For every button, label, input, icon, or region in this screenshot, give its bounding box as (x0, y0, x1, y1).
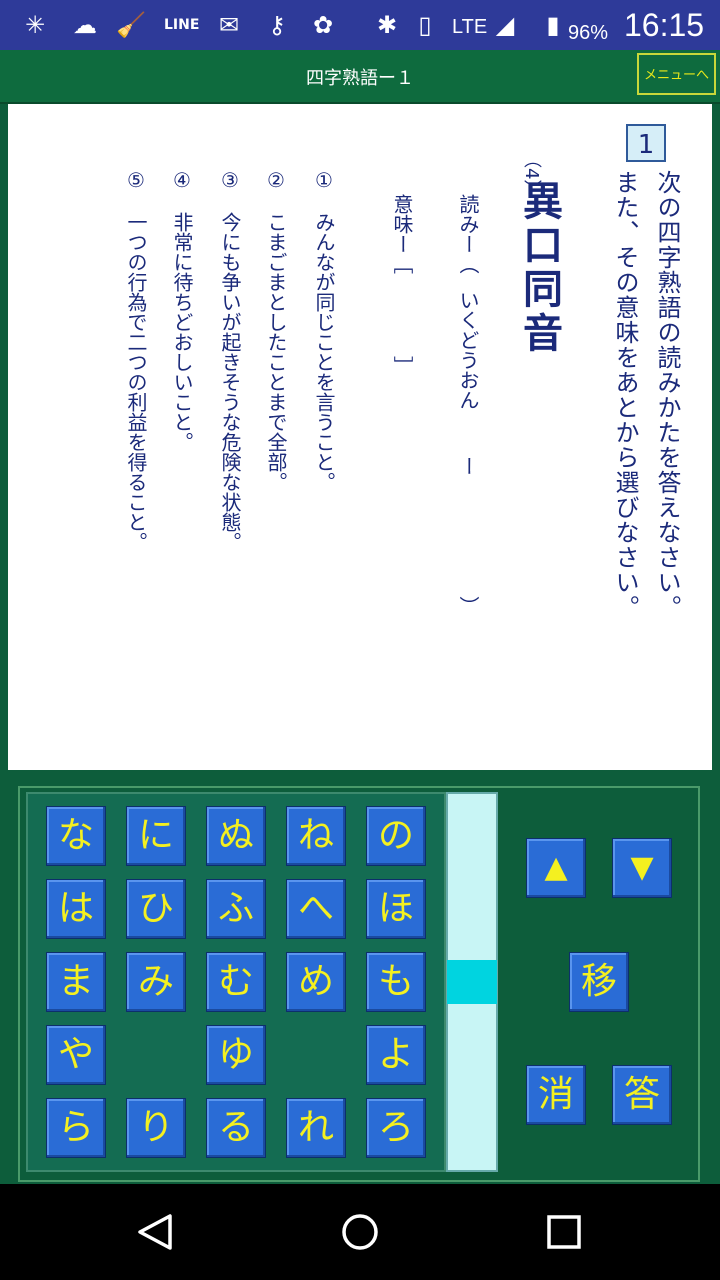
move-button[interactable]: 移 (569, 952, 629, 1012)
reading-answer[interactable]: いくどうおん (454, 290, 483, 410)
key-re[interactable]: れ (286, 1098, 346, 1158)
reading-close: ） (456, 596, 480, 616)
reading-label: 読みー（ (456, 194, 480, 274)
key-mo[interactable]: も (366, 952, 426, 1012)
mail-icon: ✉ (218, 11, 240, 39)
key-he[interactable]: へ (286, 879, 346, 939)
idiom-text: 異口同音 (516, 180, 562, 356)
menu-button[interactable]: メニューへ (637, 53, 716, 95)
cloud-notify-icon: ☁ (73, 11, 97, 39)
key-ne[interactable]: ね (286, 806, 346, 866)
meaning-label: 意味ー［ (390, 194, 414, 274)
navigation-bar (0, 1184, 720, 1280)
key-ha[interactable]: は (46, 879, 106, 939)
home-icon[interactable] (340, 1212, 380, 1252)
key-yu[interactable]: ゆ (206, 1025, 266, 1085)
broom-icon: 🧹 (116, 11, 146, 39)
reading-dash: ー (456, 456, 480, 476)
option-4: ④ 非常に待ちどおしいこと。 (170, 168, 194, 452)
recents-icon[interactable] (544, 1212, 584, 1252)
key-ho[interactable]: ほ (366, 879, 426, 939)
battery-percent: 96% (568, 22, 609, 44)
vibrate-icon: ▯ (418, 11, 432, 39)
signal-icon: ◢ (495, 11, 515, 39)
key-ri[interactable]: り (126, 1098, 186, 1158)
down-button[interactable]: ▼ (612, 838, 672, 898)
key-fu[interactable]: ふ (206, 879, 266, 939)
question-panel (8, 104, 712, 770)
key-ya[interactable]: や (46, 1025, 106, 1085)
option-3: ③ 今にも争いが起きそうな危険な状態。 (218, 168, 242, 552)
key-hi[interactable]: ひ (126, 879, 186, 939)
up-button[interactable]: ▲ (526, 838, 586, 898)
option-5: ⑤ 一つの行為で二つの利益を得ること。 (124, 168, 148, 552)
key-yo[interactable]: よ (366, 1025, 426, 1085)
key-nu[interactable]: ぬ (206, 806, 266, 866)
title-bar: 四字熟語ー１ (0, 50, 720, 104)
bluetooth-icon: ✱ (376, 11, 398, 39)
key-mi[interactable]: み (126, 952, 186, 1012)
status-bar: ✳ ☁ 🧹 LINE ✉ ⚷ ✿ ✱ ▯ LTE ◢ ▮ 96% 16:15 (0, 0, 720, 50)
option-2: ② こまごまとしたことまで全部。 (264, 168, 288, 492)
back-icon[interactable] (136, 1212, 176, 1252)
instruction-line-2: また、その意味をあとから選びなさい。 (611, 170, 639, 620)
line-icon: LINE (164, 17, 200, 33)
delete-button[interactable]: 消 (526, 1065, 586, 1125)
network-type: LTE (452, 16, 488, 38)
battery-icon: ▮ (546, 11, 560, 39)
flower-icon: ✿ (312, 11, 334, 39)
key-no[interactable]: の (366, 806, 426, 866)
key-ni[interactable]: に (126, 806, 186, 866)
key-ru[interactable]: る (206, 1098, 266, 1158)
key-icon: ⚷ (268, 11, 286, 39)
key-ro[interactable]: ろ (366, 1098, 426, 1158)
option-1: ① みんなが同じことを言うこと。 (312, 168, 336, 492)
key-mu[interactable]: む (206, 952, 266, 1012)
key-ra[interactable]: ら (46, 1098, 106, 1158)
key-ma[interactable]: ま (46, 952, 106, 1012)
page-title: 四字熟語ー１ (306, 68, 414, 89)
meaning-close: ］ (390, 356, 414, 376)
instruction-line-1: 次の四字熟語の読みかたを答えなさい。 (653, 170, 681, 620)
loading-icon: ✳ (24, 11, 46, 39)
key-na[interactable]: な (46, 806, 106, 866)
scrollbar-thumb[interactable] (447, 960, 497, 1004)
question-number: 1 (626, 124, 666, 162)
key-me[interactable]: め (286, 952, 346, 1012)
answer-button[interactable]: 答 (612, 1065, 672, 1125)
clock-time: 16:15 (624, 7, 705, 43)
